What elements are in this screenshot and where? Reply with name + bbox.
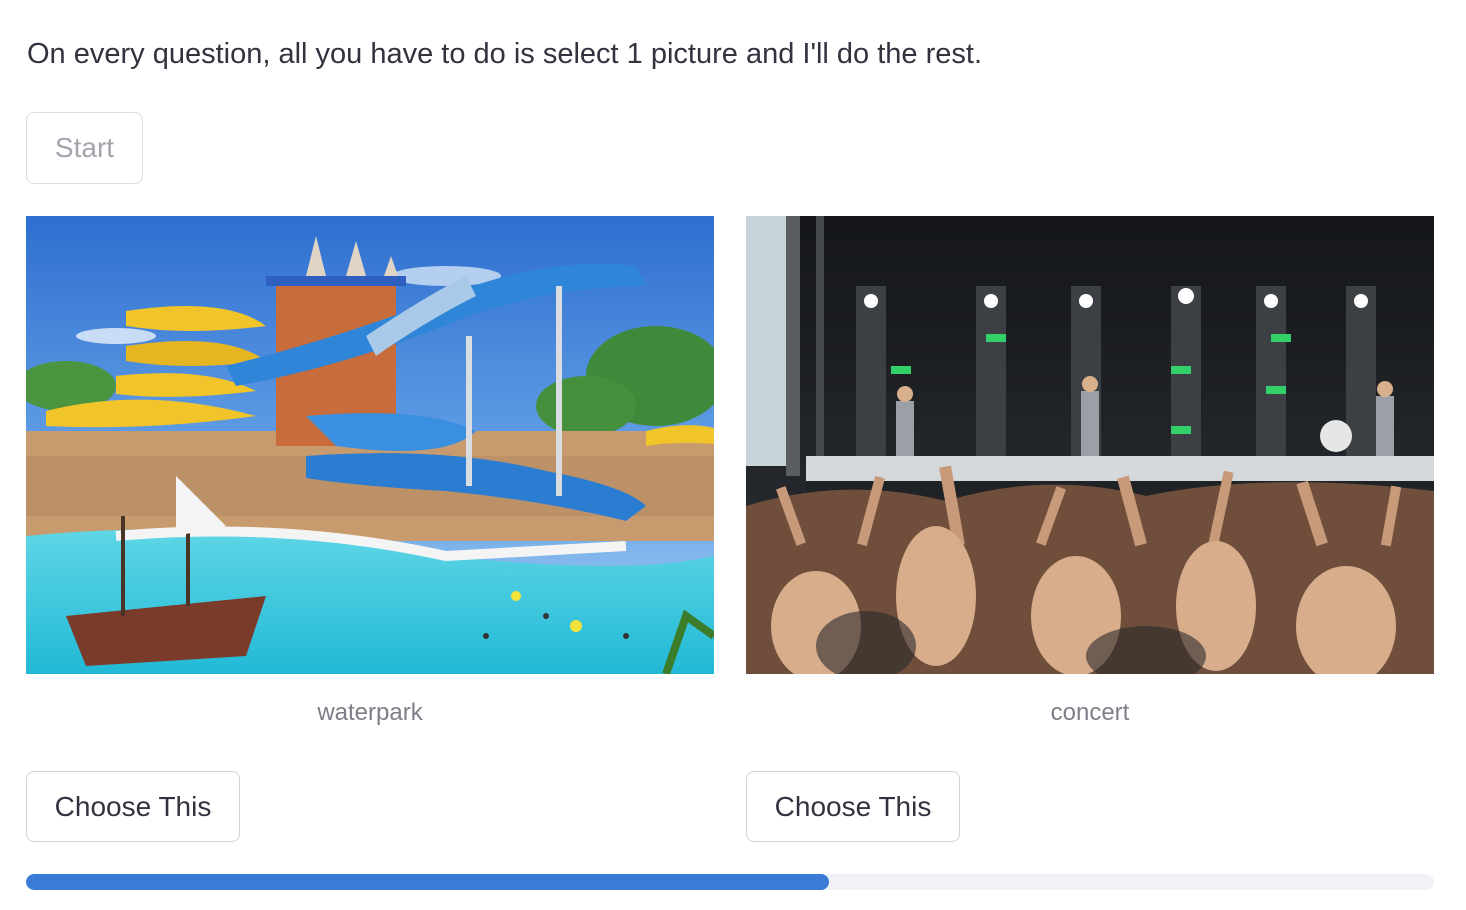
- progress-bar-fill: [26, 874, 829, 890]
- quiz-page: On every question, all you have to do is…: [0, 0, 1466, 910]
- start-button[interactable]: Start: [26, 112, 143, 184]
- waterpark-image: [26, 216, 714, 674]
- option-caption: waterpark: [317, 699, 423, 726]
- concert-image: [746, 216, 1434, 674]
- intro-text: On every question, all you have to do is…: [27, 38, 983, 70]
- choose-concert-button[interactable]: Choose This: [746, 771, 960, 842]
- option-caption: concert: [1050, 699, 1130, 726]
- choose-waterpark-button[interactable]: Choose This: [26, 771, 240, 842]
- progress-bar: [26, 874, 1434, 890]
